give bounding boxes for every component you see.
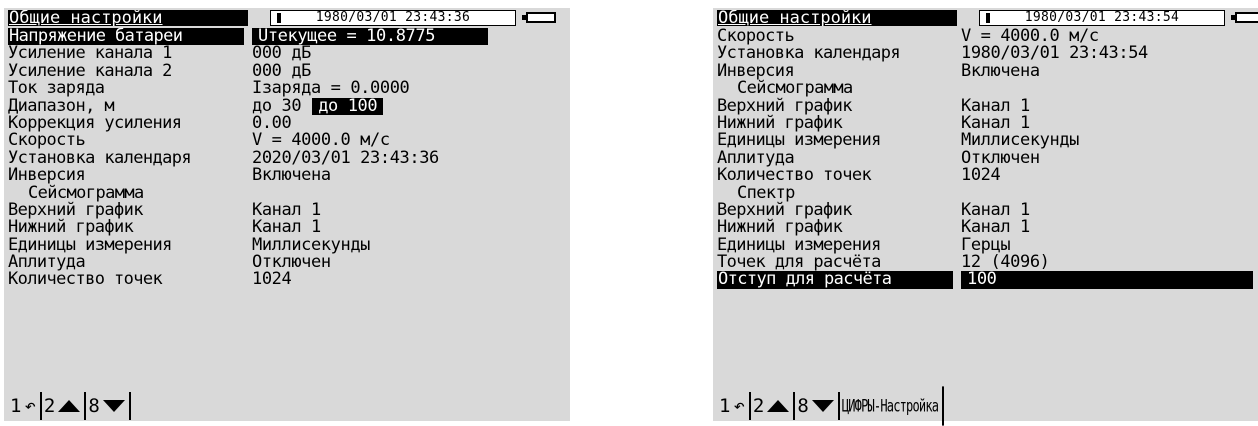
setting-label: Количество точек — [717, 165, 872, 186]
section-heading-seismogram: Сейсмограмма — [717, 78, 1258, 99]
section-label: Сейсмограмма — [737, 78, 853, 99]
range-option-100[interactable]: до 100 — [312, 97, 384, 115]
softkey-down[interactable]: 8 — [795, 392, 840, 420]
triangle-down-icon — [102, 400, 125, 412]
lcd-panel: Общие настройки 1980/03/01 23:43:54 Скор… — [713, 8, 1258, 426]
setting-value: Включена — [252, 165, 331, 186]
setting-row-point-count[interactable]: Количество точек 1024 — [8, 269, 569, 290]
softkey-bar: 1 ↶ 2 8 — [8, 392, 131, 420]
triangle-up-icon — [58, 400, 81, 412]
softkey-back[interactable]: 1 ↶ — [8, 392, 42, 420]
menu-title: Общие настройки — [717, 10, 957, 26]
setting-value: Включена — [961, 60, 1040, 81]
clock-display: 1980/03/01 23:43:54 — [979, 10, 1225, 26]
setting-label: Инверсия — [8, 165, 86, 186]
setting-value: 1024 — [961, 165, 1001, 186]
setting-row-charge-current[interactable]: Ток заряда Iзаряда = 0.0000 — [8, 78, 569, 99]
triangle-down-icon — [811, 400, 834, 412]
setting-row-calc-offset[interactable]: Отступ для расчёта 100 — [717, 271, 1258, 289]
key-number: 2 — [752, 395, 765, 417]
return-arrow-icon: ↶ — [733, 394, 745, 417]
key-number: 8 — [797, 395, 809, 417]
lcd-panel: Общие настройки 1980/03/01 23:43:36 Напр… — [4, 8, 570, 421]
key-number: 2 — [43, 395, 56, 417]
status-bar: Общие настройки 1980/03/01 23:43:54 — [717, 10, 1258, 26]
softkey-back[interactable]: 1 ↶ — [717, 392, 751, 420]
device-screen-left: Общие настройки 1980/03/01 23:43:36 Напр… — [0, 0, 570, 421]
clock-display: 1980/03/01 23:43:36 — [270, 10, 516, 26]
setting-label: Отступ для расчёта — [717, 271, 953, 289]
setting-value: Iзаряда = 0.0000 — [252, 78, 410, 99]
setting-value: 100 — [961, 271, 1253, 289]
softkey-down[interactable]: 8 — [86, 392, 131, 420]
device-screen-right: Общие настройки 1980/03/01 23:43:54 Скор… — [688, 0, 1258, 426]
setting-row-point-count[interactable]: Количество точек 1024 — [717, 165, 1258, 186]
key-number: 1 — [719, 395, 731, 417]
triangle-up-icon — [767, 400, 790, 412]
softkey-up[interactable]: 2 — [42, 392, 87, 420]
key-number: 8 — [88, 395, 100, 417]
setting-label: Количество точек — [8, 269, 163, 290]
settings-list: Напряжение батареи Uтекущее = 10.8775 Ус… — [8, 27, 569, 290]
setting-label: Ток заряда — [8, 78, 105, 99]
status-bar: Общие настройки 1980/03/01 23:43:36 — [8, 10, 569, 26]
return-arrow-icon: ↶ — [24, 394, 36, 417]
menu-title: Общие настройки — [8, 10, 248, 26]
setting-row-inversion[interactable]: Инверсия Включена — [8, 165, 569, 186]
softkey-bar: 1 ↶ 2 8 ЦИФРЫ-Настройка — [717, 386, 945, 426]
softkey-digits-settings[interactable]: ЦИФРЫ-Настройка — [840, 386, 945, 426]
battery-icon — [1231, 12, 1258, 23]
softkey-up[interactable]: 2 — [751, 392, 796, 420]
key-number: 1 — [10, 395, 22, 417]
setting-value: 1024 — [252, 269, 292, 290]
battery-icon — [522, 12, 556, 23]
settings-list: Скорость V = 4000.0 м/с Установка календ… — [717, 27, 1258, 289]
